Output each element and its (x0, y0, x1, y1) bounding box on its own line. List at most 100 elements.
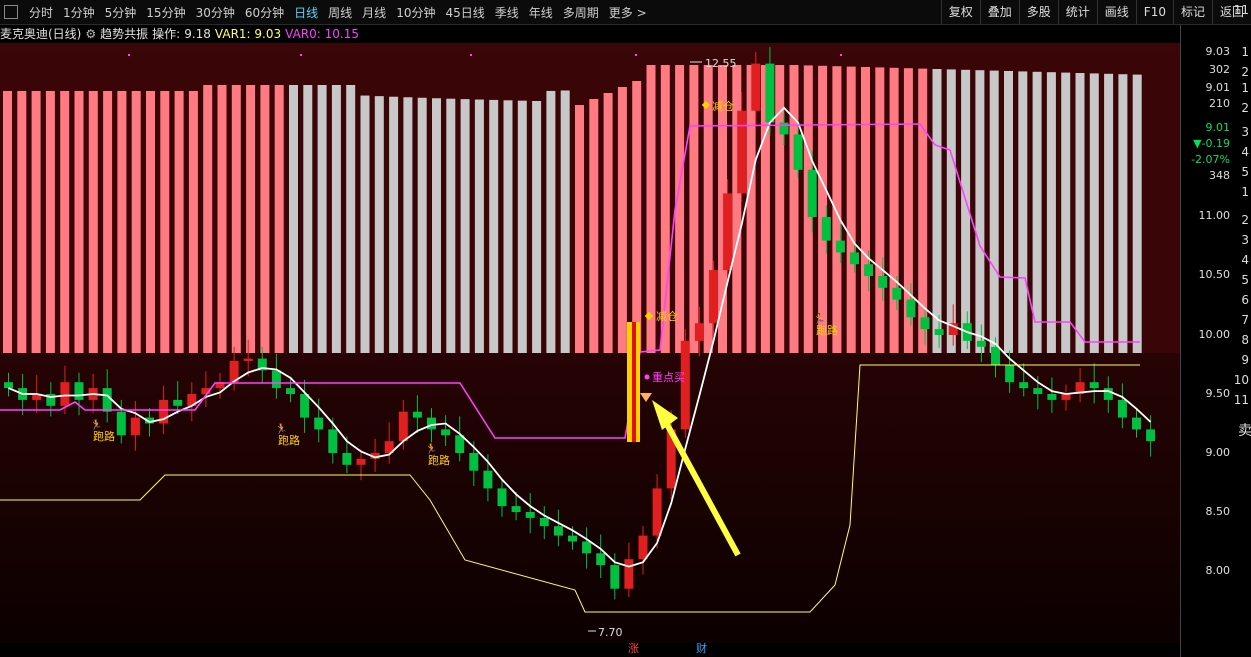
kline-chart[interactable]: 12.557.70减仓减仓重点买🏃跑路🏃跑路🏃跑路🏃跑路 (0, 0, 1180, 657)
trend-bar (403, 97, 413, 353)
candle-body (892, 287, 902, 300)
trend-bar (174, 91, 184, 353)
candle-body (680, 340, 690, 430)
trend-bar (374, 96, 384, 353)
trend-bar (503, 100, 513, 353)
buy-column (632, 322, 636, 442)
candle-body (60, 382, 70, 406)
buy-label: 重点买 (652, 370, 685, 384)
side-key[interactable]: 11 (1234, 3, 1249, 17)
candle-body (976, 340, 986, 347)
run-label: 跑路 (816, 323, 838, 337)
candle-body (1005, 364, 1015, 383)
trend-bar (160, 91, 170, 353)
candle-body (568, 535, 577, 542)
candle-body (807, 169, 817, 217)
trend-bar (389, 96, 399, 353)
candle-body (835, 240, 845, 253)
side-key[interactable]: 1 (1241, 185, 1249, 199)
side-key[interactable]: 2 (1241, 65, 1249, 79)
candle-body (1117, 399, 1127, 418)
side-key[interactable]: 1 (1241, 81, 1249, 95)
quote-value: 348 (1209, 169, 1230, 182)
trend-bar (1046, 72, 1056, 353)
bottom-marker[interactable]: 财 (696, 640, 707, 656)
trend-bar (45, 91, 55, 353)
trend-bar (517, 100, 527, 353)
trend-bar (217, 85, 227, 353)
trend-bar (918, 68, 928, 353)
quote-value: 9.03 (1205, 45, 1231, 58)
trend-bar (188, 91, 198, 353)
candle-body (864, 264, 874, 276)
sell-button[interactable]: 卖 (1238, 420, 1251, 440)
candle-body (173, 399, 183, 406)
candle-body (638, 535, 648, 560)
price-axis-label: 10.50 (1198, 268, 1231, 281)
candle-body (610, 565, 620, 589)
candle-body (398, 411, 408, 442)
candle-body (130, 417, 140, 436)
candle-body (1132, 417, 1141, 430)
side-key[interactable]: 10 (1234, 373, 1249, 387)
candle-body (596, 553, 606, 566)
side-key[interactable]: 3 (1241, 233, 1249, 247)
trend-bar (331, 85, 341, 353)
trend-bar (603, 93, 613, 353)
side-key[interactable]: 6 (1241, 293, 1249, 307)
candle-body (850, 252, 859, 265)
trend-bar (1089, 73, 1099, 354)
trend-bar (317, 85, 327, 353)
buy-column (636, 322, 640, 442)
trend-bar (231, 85, 241, 353)
quote-value: ▼-0.19 (1193, 137, 1230, 150)
side-key[interactable]: 4 (1241, 145, 1249, 159)
side-key[interactable]: 3 (1241, 125, 1249, 139)
candle-body (920, 317, 930, 330)
side-key[interactable]: 11 (1234, 393, 1249, 407)
buy-dot-icon (644, 374, 650, 380)
trend-bar (3, 91, 12, 353)
trend-bar (460, 99, 470, 353)
trend-bar (632, 81, 642, 353)
candle-body (553, 526, 563, 536)
candle-body (74, 382, 84, 400)
right-info-panel: 9.03 302 9.01 210 9.01 ▼-0.19 -2.07% 348 11 1 2 1 2 3… (1180, 3, 1251, 657)
side-key[interactable]: 5 (1241, 165, 1249, 179)
side-key[interactable]: 5 (1241, 273, 1249, 287)
side-key[interactable]: 7 (1241, 313, 1249, 327)
trend-bar (589, 99, 599, 353)
candle-body (356, 458, 366, 465)
candle-body (1019, 382, 1029, 389)
candle-body (878, 276, 888, 288)
candle-body (539, 517, 549, 527)
side-key[interactable]: 8 (1241, 333, 1249, 347)
trend-bar (17, 91, 27, 353)
trend-bar (1004, 71, 1013, 353)
trend-bar (1061, 72, 1071, 353)
side-key[interactable]: 2 (1241, 213, 1249, 227)
trend-bar (417, 97, 427, 353)
signal-dot (300, 54, 302, 56)
candle-body (751, 63, 761, 111)
candle-body (765, 63, 775, 123)
trend-bar (532, 101, 542, 353)
trend-bar (103, 91, 113, 353)
side-key[interactable]: 1 (1241, 45, 1249, 59)
trend-bar (546, 90, 556, 354)
side-key[interactable]: 4 (1241, 253, 1249, 267)
side-key[interactable]: 9 (1241, 353, 1249, 367)
trend-bar (474, 99, 484, 353)
trend-bar (846, 66, 856, 353)
run-label: 跑路 (278, 433, 300, 447)
candle-body (469, 453, 479, 471)
quote-value: 9.01 (1205, 121, 1231, 134)
reduce-label: 减仓 (712, 99, 734, 113)
candle-body (582, 541, 592, 554)
candle-body (1146, 429, 1156, 442)
bottom-marker[interactable]: 涨 (628, 640, 639, 656)
trend-bar (975, 70, 985, 353)
side-key[interactable]: 2 (1241, 101, 1249, 115)
trend-bar (689, 65, 699, 353)
trend-bar (274, 85, 284, 353)
